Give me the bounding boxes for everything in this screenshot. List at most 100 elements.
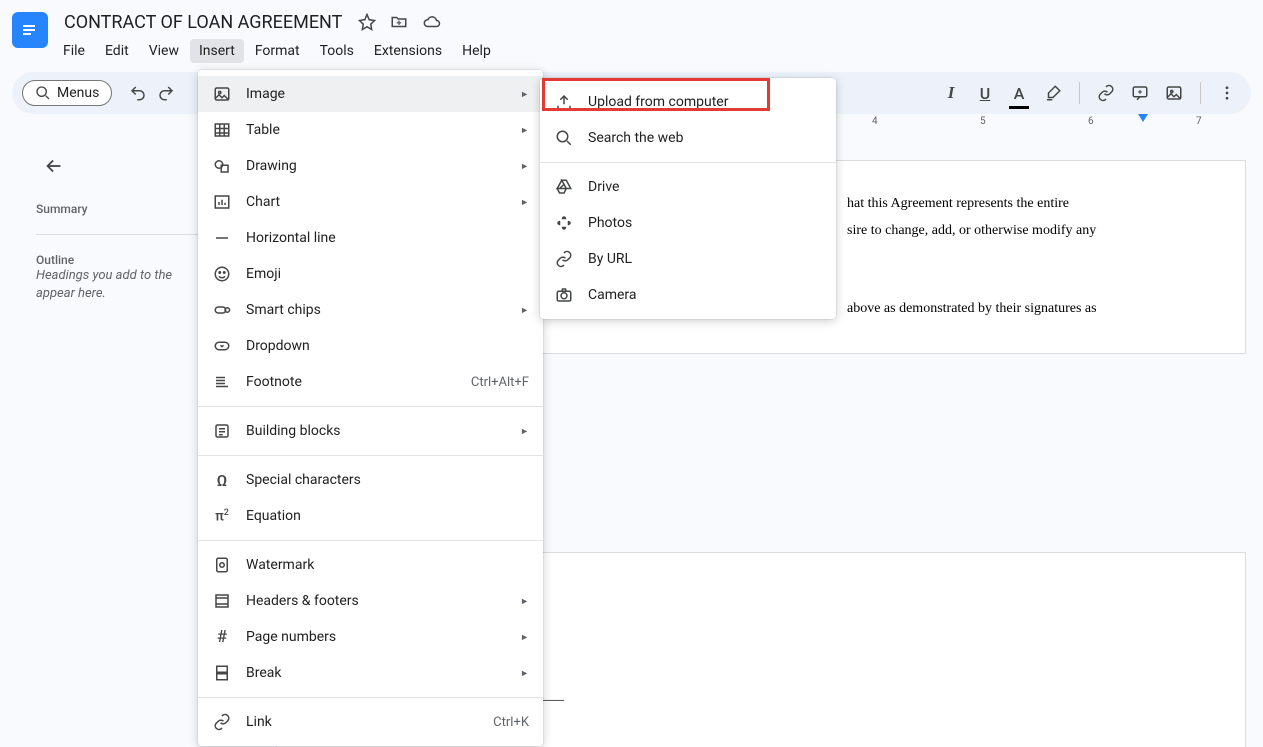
ruler-tick: 4 <box>872 116 878 127</box>
star-icon[interactable] <box>358 13 376 31</box>
image-submenu-item-photos[interactable]: Photos <box>540 205 836 241</box>
insert-link-button[interactable] <box>1092 79 1120 107</box>
menu-item-label: Equation <box>246 508 529 524</box>
menubar: FileEditViewInsertFormatToolsExtensionsH… <box>54 36 1251 66</box>
hash-icon: # <box>212 627 232 647</box>
insert-menu-item-equation[interactable]: π2 Equation <box>198 498 543 534</box>
doc-text: above as demonstrated by their signature… <box>847 296 1175 323</box>
chart-icon <box>212 193 232 211</box>
menu-separator <box>198 455 543 456</box>
image-submenu-item-camera[interactable]: Camera <box>540 277 836 313</box>
cloud-icon[interactable] <box>422 13 442 31</box>
submenu-arrow-icon: ► <box>520 632 529 643</box>
url-icon <box>554 250 574 268</box>
menubar-extensions[interactable]: Extensions <box>365 39 451 63</box>
submenu-arrow-icon: ► <box>520 596 529 607</box>
add-comment-button[interactable] <box>1126 79 1154 107</box>
redo-button[interactable] <box>152 79 180 107</box>
menu-shortcut: Ctrl+Alt+F <box>471 375 529 390</box>
submenu-arrow-icon: ► <box>520 668 529 679</box>
ruler-indent-marker[interactable] <box>1138 114 1148 122</box>
menubar-view[interactable]: View <box>140 39 188 63</box>
upload-icon <box>554 93 574 111</box>
underline-button[interactable]: U <box>971 79 999 107</box>
insert-menu-item-link[interactable]: Link Ctrl+K <box>198 704 543 740</box>
insert-menu-item-building-blocks[interactable]: Building blocks ► <box>198 413 543 449</box>
menu-item-label: Table <box>246 122 506 138</box>
menu-item-label: Horizontal line <box>246 230 529 246</box>
insert-menu-item-drawing[interactable]: Drawing► <box>198 148 543 184</box>
menu-separator <box>198 406 543 407</box>
image-submenu-item-by-url[interactable]: By URL <box>540 241 836 277</box>
menu-item-label: Building blocks <box>246 423 506 439</box>
header-main: CONTRACT OF LOAN AGREEMENT FileEditViewI… <box>58 8 1251 66</box>
search-icon <box>554 129 574 147</box>
menubar-tools[interactable]: Tools <box>311 39 363 63</box>
menu-separator <box>540 162 836 163</box>
insert-menu-item-special-characters[interactable]: Ω Special characters <box>198 462 543 498</box>
insert-menu-item-dropdown[interactable]: Dropdown <box>198 328 543 364</box>
submenu-arrow-icon: ► <box>520 89 529 100</box>
more-button[interactable] <box>1213 79 1241 107</box>
omega-icon: Ω <box>212 471 232 490</box>
insert-image-button[interactable] <box>1160 79 1188 107</box>
menu-item-label: Page numbers <box>246 629 506 645</box>
footnote-icon <box>212 373 232 391</box>
dropdown-icon <box>212 337 232 355</box>
italic-button[interactable]: I <box>937 79 965 107</box>
insert-menu-item-emoji[interactable]: Emoji <box>198 256 543 292</box>
image-icon <box>212 85 232 103</box>
insert-menu-item-break[interactable]: Break► <box>198 655 543 691</box>
menu-item-label: Headers & footers <box>246 593 506 609</box>
link-icon <box>212 713 232 731</box>
menu-shortcut: Ctrl+K <box>493 715 529 730</box>
search-menus-chip[interactable]: Menus <box>22 80 112 106</box>
break-icon <box>212 664 232 682</box>
move-icon[interactable] <box>390 13 408 31</box>
emoji-icon <box>212 265 232 283</box>
menu-item-label: Link <box>246 714 479 730</box>
pi-icon: π2 <box>212 508 232 525</box>
headers-icon <box>212 592 232 610</box>
submenu-arrow-icon: ► <box>520 305 529 316</box>
menus-label: Menus <box>57 85 99 101</box>
ruler-tick: 6 <box>1088 116 1094 127</box>
insert-menu-item-headers-&-footers[interactable]: Headers & footers ► <box>198 583 543 619</box>
insert-menu-item-image[interactable]: Image► <box>198 76 543 112</box>
menubar-format[interactable]: Format <box>246 39 309 63</box>
menu-separator <box>198 697 543 698</box>
highlight-button[interactable] <box>1039 79 1067 107</box>
vertical-ruler[interactable] <box>0 132 16 747</box>
doc-title[interactable]: CONTRACT OF LOAN AGREEMENT <box>58 10 348 35</box>
text-color-button[interactable]: A <box>1005 79 1033 107</box>
drive-icon <box>554 178 574 196</box>
collapse-outline-button[interactable] <box>36 148 72 184</box>
insert-menu-item-horizontal-line[interactable]: Horizontal line <box>198 220 543 256</box>
image-submenu: Upload from computerSearch the web Drive P… <box>540 78 836 319</box>
image-submenu-item-drive[interactable]: Drive <box>540 169 836 205</box>
menubar-edit[interactable]: Edit <box>96 39 138 63</box>
insert-menu-item-smart-chips[interactable]: Smart chips► <box>198 292 543 328</box>
menu-item-label: Drive <box>588 179 822 195</box>
undo-button[interactable] <box>124 79 152 107</box>
hr-icon <box>212 229 232 247</box>
menu-item-label: Dropdown <box>246 338 529 354</box>
table-icon <box>212 121 232 139</box>
insert-menu-item-table[interactable]: Table► <box>198 112 543 148</box>
insert-menu-item-chart[interactable]: Chart► <box>198 184 543 220</box>
menubar-help[interactable]: Help <box>453 39 500 63</box>
menu-item-label: Camera <box>588 287 822 303</box>
docs-logo[interactable] <box>12 12 48 48</box>
insert-menu-item-footnote[interactable]: FootnoteCtrl+Alt+F <box>198 364 543 400</box>
image-submenu-item-upload-from-computer[interactable]: Upload from computer <box>540 84 836 120</box>
submenu-arrow-icon: ► <box>520 426 529 437</box>
ruler-tick: 7 <box>1196 116 1202 127</box>
insert-menu-item-page-numbers[interactable]: # Page numbers ► <box>198 619 543 655</box>
ruler-tick: 5 <box>980 116 986 127</box>
menubar-file[interactable]: File <box>54 39 94 63</box>
insert-menu-item-watermark[interactable]: Watermark <box>198 547 543 583</box>
menubar-insert[interactable]: Insert <box>190 39 244 63</box>
menu-item-label: Special characters <box>246 472 529 488</box>
image-submenu-item-search-the-web[interactable]: Search the web <box>540 120 836 156</box>
header: CONTRACT OF LOAN AGREEMENT FileEditViewI… <box>0 0 1263 66</box>
